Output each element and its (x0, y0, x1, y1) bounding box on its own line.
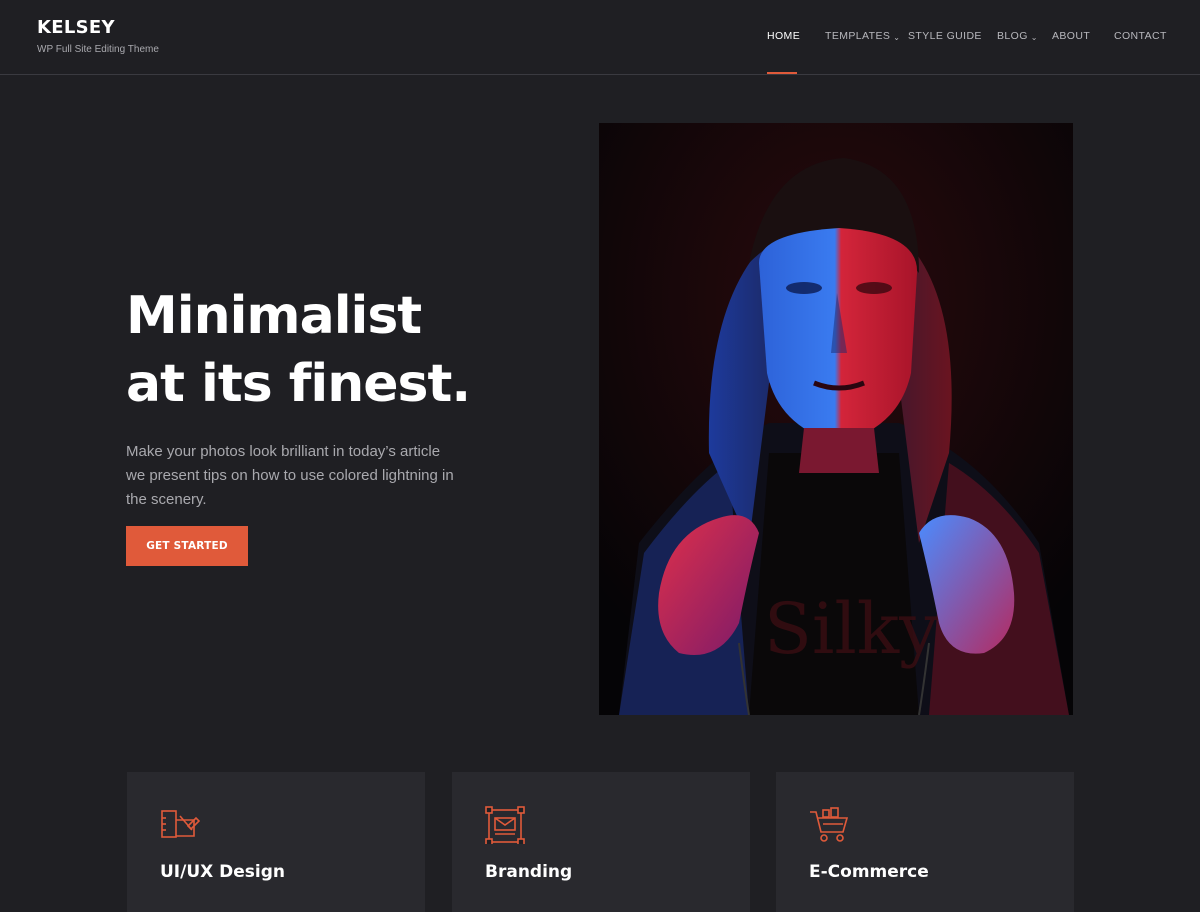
service-card-branding[interactable]: Branding (452, 772, 750, 912)
hero-title: Minimalist at its finest. (126, 282, 486, 418)
nav-item-label: CONTACT (1114, 30, 1167, 42)
hero-title-line-1: Minimalist (126, 286, 422, 346)
active-nav-indicator (767, 72, 797, 74)
branding-board-icon (485, 806, 525, 846)
hero-title-line-2: at its finest. (126, 354, 471, 414)
nav-item-label: STYLE GUIDE (908, 30, 982, 42)
nav-item-label: BLOG (997, 30, 1028, 42)
hero-text: Minimalist at its finest. Make your phot… (126, 282, 486, 512)
brand: KELSEY WP Full Site Editing Theme (37, 18, 159, 56)
nav-item-label: TEMPLATES (825, 30, 891, 42)
hero-description: Make your photos look brilliant in today… (126, 443, 454, 508)
chevron-down-icon: ⌄ (893, 33, 901, 42)
service-card-e-commerce[interactable]: E-Commerce (776, 772, 1074, 912)
chevron-down-icon: ⌄ (1030, 33, 1038, 42)
site-title[interactable]: KELSEY (37, 18, 159, 38)
nav-item-label: ABOUT (1052, 30, 1091, 42)
nav-item-templates[interactable]: TEMPLATES ⌄ (825, 30, 900, 74)
nav-item-label: HOME (767, 30, 801, 42)
nav-item-blog[interactable]: BLOG ⌄ (997, 30, 1038, 74)
site-tagline: WP Full Site Editing Theme (37, 44, 159, 55)
service-title: Branding (485, 862, 573, 882)
service-card-ui-ux[interactable]: UI/UX Design (127, 772, 425, 912)
hero-portrait-image: Silky (599, 123, 1073, 715)
design-tools-icon (160, 806, 201, 844)
nav-item-style-guide[interactable]: STYLE GUIDE (908, 30, 982, 74)
nav-item-home[interactable]: HOME (767, 30, 800, 74)
shopping-cart-icon (809, 806, 849, 844)
service-title: UI/UX Design (160, 862, 286, 882)
nav-item-about[interactable]: ABOUT (1052, 30, 1090, 74)
get-started-button[interactable]: GET STARTED (126, 526, 248, 566)
site-header: KELSEY WP Full Site Editing Theme HOME T… (0, 0, 1200, 75)
svg-text:Silky: Silky (764, 588, 939, 670)
service-title: E-Commerce (809, 862, 929, 882)
nav-item-contact[interactable]: CONTACT (1114, 30, 1167, 74)
